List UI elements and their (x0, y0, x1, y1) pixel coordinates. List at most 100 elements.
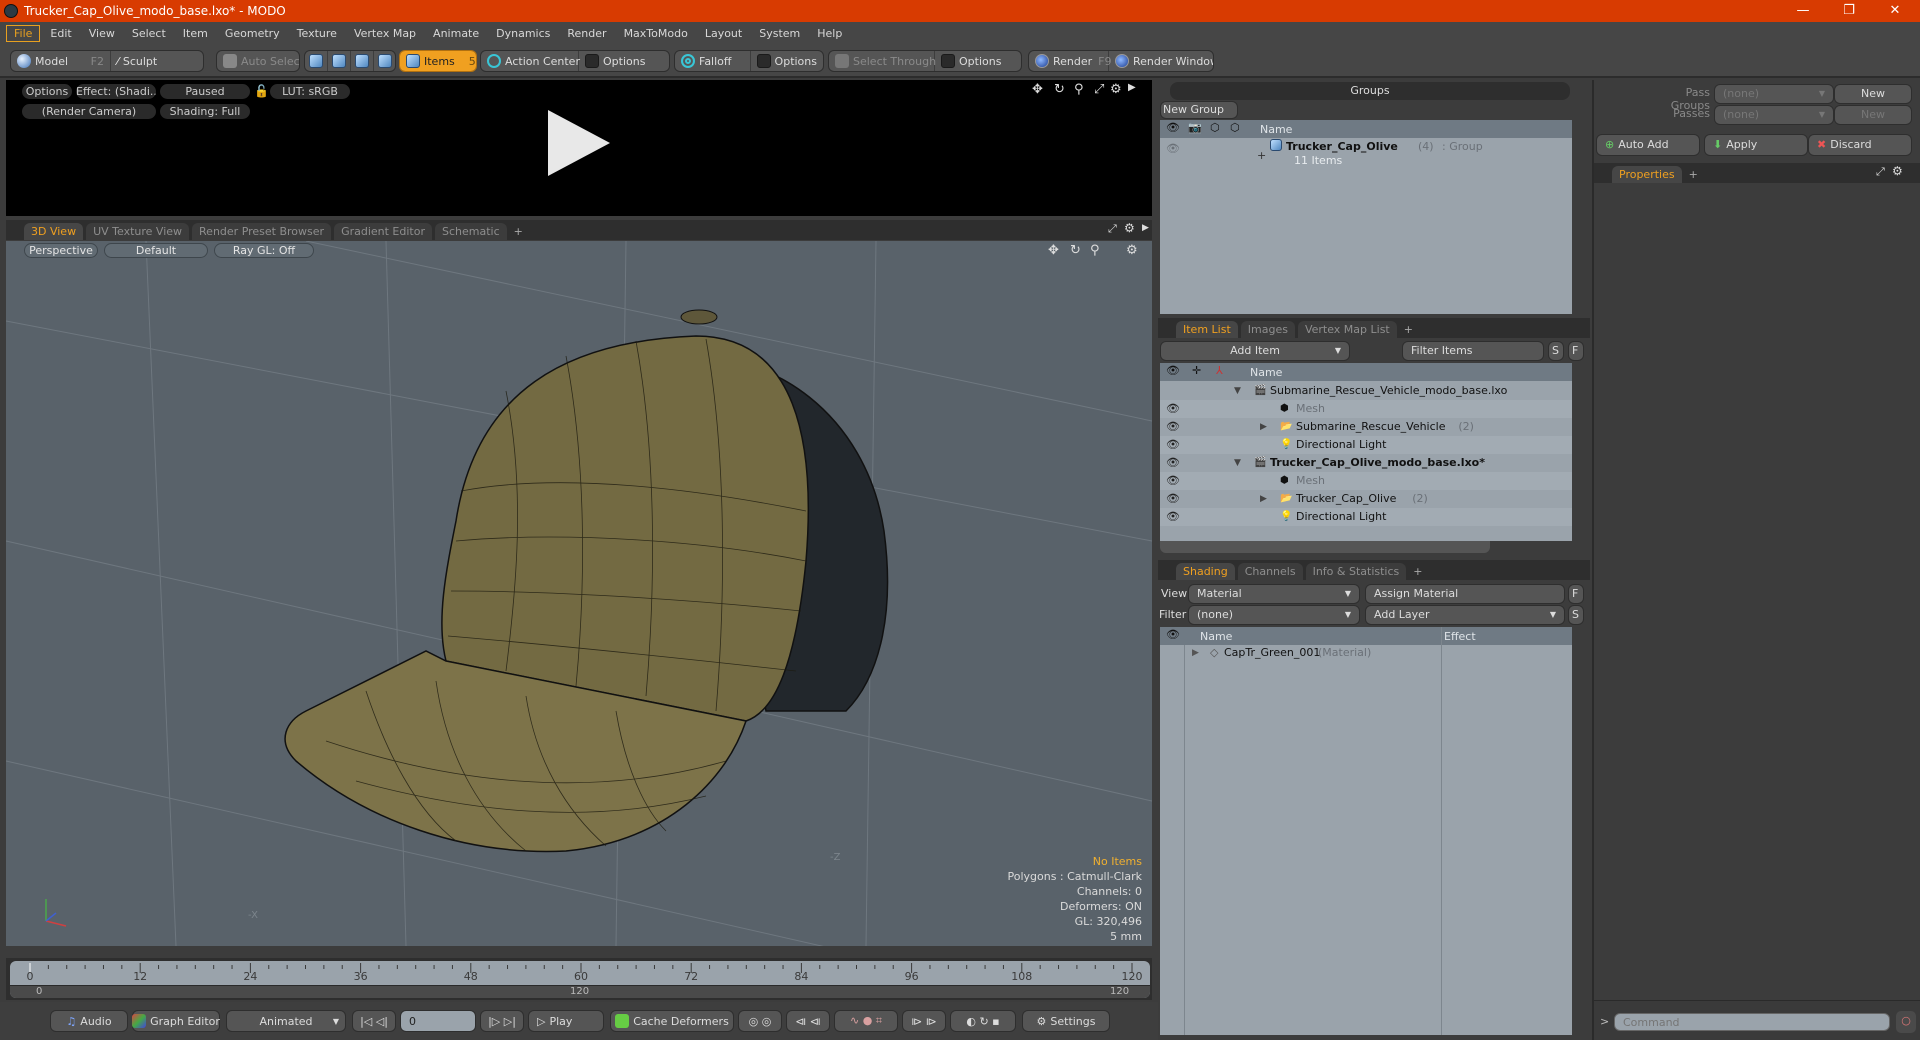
item-list-row[interactable]: 👁 💡 Directional Light (1160, 508, 1572, 526)
expand-arrow-icon[interactable]: ▶ (1192, 644, 1199, 662)
view-dropdown[interactable]: Material ▼ (1188, 584, 1360, 604)
menu-vertex-map[interactable]: Vertex Map (347, 26, 423, 41)
render-column-icon[interactable]: 📷 (1188, 121, 1202, 134)
tab-render-preset-browser[interactable]: Render Preset Browser (192, 223, 332, 240)
visibility-column-icon[interactable]: 👁 (1166, 364, 1180, 377)
record-macro-icon[interactable]: ○ (1896, 1011, 1916, 1033)
tab-vertex-map-list[interactable]: Vertex Map List (1297, 321, 1397, 338)
item-list-row[interactable]: 👁 ▶ 📂 Submarine_Rescue_Vehicle (2) (1160, 418, 1572, 436)
trucker-cap-mesh[interactable] (284, 309, 889, 853)
visibility-toggle-icon[interactable]: 👁 (1166, 490, 1180, 508)
f-button[interactable]: F (1568, 584, 1584, 604)
name-column-header[interactable]: Name (1260, 123, 1292, 136)
zoom-view-icon[interactable]: ⚲ (1090, 243, 1100, 258)
action-center-options-button[interactable]: Options (579, 51, 651, 71)
render-effect-dropdown[interactable]: Effect: (Shadi... (76, 84, 156, 99)
tab-item-list[interactable]: Item List (1176, 321, 1238, 338)
auto-select-button[interactable]: Auto Select (217, 51, 299, 71)
add-tab-button[interactable]: + (1409, 563, 1426, 580)
settings-button[interactable]: ⚙ Settings (1022, 1010, 1110, 1032)
falloff-button[interactable]: Falloff (675, 51, 751, 71)
visibility-toggle-icon[interactable]: 👁 (1166, 436, 1180, 454)
close-icon[interactable]: ✕ (1872, 0, 1918, 22)
transform-column-icon[interactable]: ⅄ (1216, 364, 1223, 377)
vertices-mode-button[interactable] (305, 51, 328, 71)
record-group[interactable]: ∿ ● ⌗ (834, 1010, 898, 1032)
gear-icon[interactable]: ⚙ (1110, 82, 1122, 97)
timeline-ruler[interactable]: 0 12 24 36 48 60 72 84 96 108 120 0 120 120 (10, 961, 1150, 998)
lock-column-icon[interactable]: ⬡ (1210, 121, 1220, 134)
maximize-icon[interactable]: ⤢ (1108, 222, 1117, 236)
name-column-header[interactable]: Name (1200, 630, 1232, 643)
item-list-row[interactable]: 👁 💡 Directional Light (1160, 436, 1572, 454)
select-through-button[interactable]: Select Through (829, 51, 936, 71)
frame-input[interactable]: 0 (400, 1010, 476, 1032)
menu-edit[interactable]: Edit (43, 26, 78, 41)
select-column-icon[interactable]: ⬡ (1230, 121, 1240, 134)
add-item-button[interactable]: Add Item ▼ (1160, 341, 1350, 361)
add-tab-button[interactable]: + (510, 223, 527, 240)
visibility-column-icon[interactable]: 👁 (1166, 628, 1180, 641)
visibility-toggle-icon[interactable]: 👁 (1166, 418, 1180, 436)
filter-items-input[interactable]: Filter Items (1402, 341, 1544, 361)
menu-render[interactable]: Render (560, 26, 613, 41)
visibility-toggle-icon[interactable]: 👁 (1166, 400, 1180, 418)
menu-file[interactable]: File (6, 24, 41, 42)
keyframe-up-down-button[interactable]: ◎ ◎ (738, 1010, 782, 1032)
command-input[interactable] (1614, 1013, 1890, 1031)
rotate-view-icon[interactable]: ↻ (1054, 82, 1065, 97)
menu-system[interactable]: System (752, 26, 807, 41)
move-view-icon[interactable]: ✥ (1048, 243, 1059, 258)
zoom-view-icon[interactable]: ⚲ (1074, 82, 1084, 97)
lut-dropdown[interactable]: LUT: sRGB (270, 84, 350, 99)
cache-deformers-button[interactable]: Cache Deformers (610, 1010, 734, 1032)
group-row[interactable]: 👁 + Trucker_Cap_Olive (4) : Group 11 Ite… (1160, 139, 1572, 172)
tab-3d-view[interactable]: 3D View (24, 223, 84, 240)
passes-dropdown[interactable]: (none) ▼ (1714, 105, 1834, 125)
tab-gradient-editor[interactable]: Gradient Editor (334, 223, 432, 240)
discard-button[interactable]: ✖ Discard (1808, 134, 1912, 156)
animated-dropdown[interactable]: Animated ▼ (226, 1010, 346, 1032)
render-window-button[interactable]: Render Window (1109, 51, 1213, 71)
menu-view[interactable]: View (82, 26, 122, 41)
item-list-row[interactable]: 👁 ▼ 🎬 Trucker_Cap_Olive_modo_base.lxo* (1160, 454, 1572, 472)
expand-arrow-icon[interactable]: ▶ (1260, 418, 1267, 436)
gear-icon[interactable]: ⚙ (1126, 243, 1138, 258)
select-through-options-button[interactable]: Options (935, 51, 1007, 71)
menu-select[interactable]: Select (125, 26, 173, 41)
panel-arrow-icon[interactable]: ▶ (1142, 223, 1149, 233)
skip-forward-button[interactable]: |▷ ▷| (480, 1010, 524, 1032)
gear-icon[interactable]: ⚙ (1124, 221, 1135, 235)
play-button[interactable]: ▷ Play (528, 1010, 604, 1032)
tab-schematic[interactable]: Schematic (435, 223, 507, 240)
item-list-row[interactable]: 👁 ⬢ Mesh (1160, 472, 1572, 490)
rotate-view-icon[interactable]: ↻ (1070, 243, 1081, 258)
tab-properties[interactable]: Properties (1612, 166, 1682, 183)
tab-info-statistics[interactable]: Info & Statistics (1305, 563, 1407, 580)
graph-editor-button[interactable]: Graph Editor (132, 1010, 220, 1032)
item-list-row[interactable]: 👁 ▼ 🎬Submarine_Rescue_Vehicle_modo_base.lx… (1160, 382, 1572, 400)
tab-uv-texture-view[interactable]: UV Texture View (86, 223, 190, 240)
tab-images[interactable]: Images (1240, 321, 1295, 338)
minimize-icon[interactable]: — (1780, 0, 1826, 22)
menu-layout[interactable]: Layout (698, 26, 749, 41)
assign-material-button[interactable]: Assign Material (1365, 584, 1565, 604)
menu-item[interactable]: Item (176, 26, 215, 41)
effect-column-header[interactable]: Effect (1444, 630, 1476, 643)
filter-dropdown[interactable]: (none) ▼ (1188, 605, 1360, 625)
maximize-icon[interactable]: ⤢ (1094, 82, 1104, 97)
panel-arrow-icon[interactable]: ▶ (1128, 82, 1136, 93)
menu-animate[interactable]: Animate (426, 26, 486, 41)
render-camera-dropdown[interactable]: (Render Camera) (22, 104, 156, 119)
pass-groups-dropdown[interactable]: (none) ▼ (1714, 84, 1834, 104)
raygl-dropdown[interactable]: Ray GL: Off (214, 243, 314, 258)
playback-options-group[interactable]: ◐ ↻ ▪ (950, 1010, 1016, 1032)
items-mode-button[interactable]: Items 5 (400, 51, 476, 71)
horizontal-scrollbar[interactable] (1160, 541, 1490, 553)
move-view-icon[interactable]: ✥ (1032, 82, 1043, 97)
perspective-dropdown[interactable]: Perspective (24, 243, 98, 258)
new-pass-button[interactable]: New (1834, 105, 1912, 125)
visibility-toggle-icon[interactable]: 👁 (1166, 472, 1180, 490)
add-tab-button[interactable]: + (1685, 166, 1702, 183)
new-pass-group-button[interactable]: New (1834, 84, 1912, 104)
